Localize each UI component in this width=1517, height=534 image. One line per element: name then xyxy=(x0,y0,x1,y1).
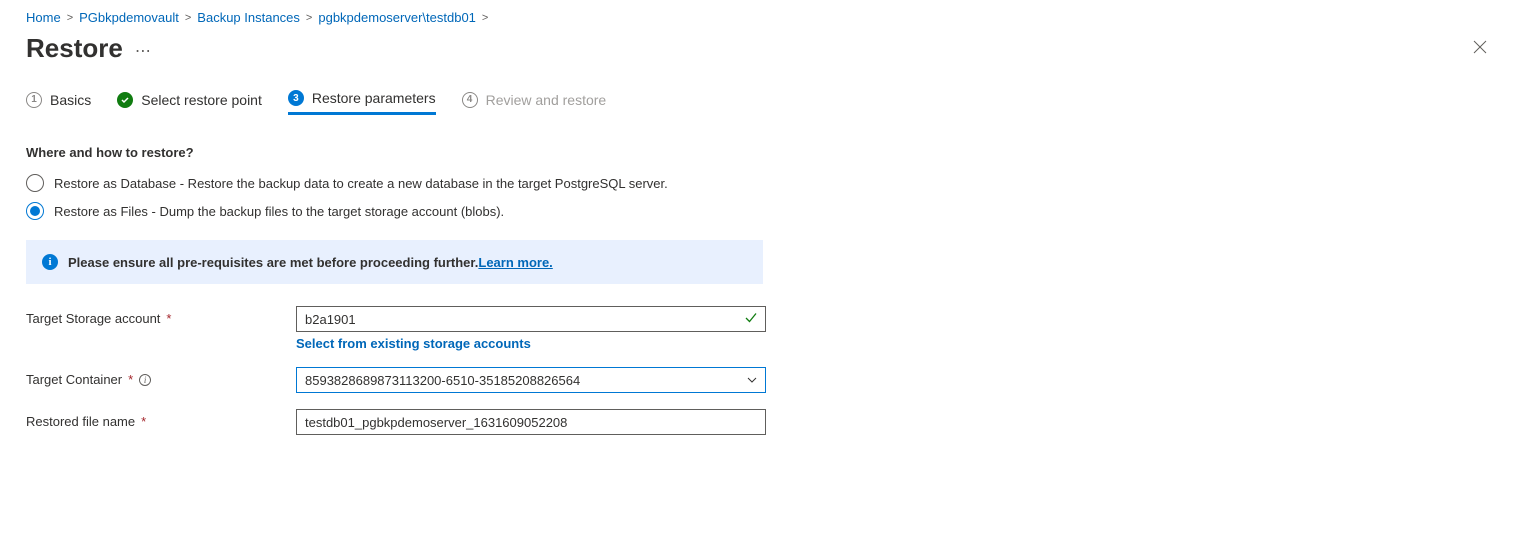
section-heading: Where and how to restore? xyxy=(26,145,1497,160)
storage-account-input[interactable] xyxy=(296,306,766,332)
tab-label: Restore parameters xyxy=(312,90,436,106)
row-target-container: Target Container * i 8593828689873113200… xyxy=(26,367,1497,393)
breadcrumb-sep: > xyxy=(67,12,73,24)
select-existing-storage-link[interactable]: Select from existing storage accounts xyxy=(296,336,531,351)
row-restored-filename: Restored file name * xyxy=(26,409,1497,435)
more-menu-icon[interactable]: ⋯ xyxy=(135,37,152,61)
breadcrumb-instances[interactable]: Backup Instances xyxy=(197,10,300,25)
info-icon: i xyxy=(42,254,58,270)
target-container-select[interactable]: 8593828689873113200-6510-35185208826564 xyxy=(296,367,766,393)
breadcrumb-vault[interactable]: PGbkpdemovault xyxy=(79,10,179,25)
radio-icon xyxy=(26,202,44,220)
check-icon xyxy=(117,92,133,108)
wizard-tabs: 1 Basics Select restore point 3 Restore … xyxy=(26,90,1497,115)
tab-label: Select restore point xyxy=(141,92,262,108)
label-target-container: Target Container xyxy=(26,372,122,387)
tab-review: 4 Review and restore xyxy=(462,90,607,115)
radio-label: Restore as Database - Restore the backup… xyxy=(54,176,668,191)
header: Restore ⋯ xyxy=(26,33,1497,64)
breadcrumb-sep: > xyxy=(482,12,488,24)
step-number-icon: 4 xyxy=(462,92,478,108)
required-mark: * xyxy=(166,311,171,326)
close-icon[interactable] xyxy=(1473,38,1497,59)
select-display: 8593828689873113200-6510-35185208826564 xyxy=(296,367,766,393)
tab-restore-point[interactable]: Select restore point xyxy=(117,90,262,115)
breadcrumb: Home > PGbkpdemovault > Backup Instances… xyxy=(26,10,1497,25)
radio-icon xyxy=(26,174,44,192)
info-tooltip-icon[interactable]: i xyxy=(139,374,151,386)
restored-filename-input[interactable] xyxy=(296,409,766,435)
row-storage-account: Target Storage account * Select from exi… xyxy=(26,306,1497,351)
breadcrumb-sep: > xyxy=(306,12,312,24)
info-banner: i Please ensure all pre-requisites are m… xyxy=(26,240,763,284)
radio-label: Restore as Files - Dump the backup files… xyxy=(54,204,504,219)
learn-more-link[interactable]: Learn more. xyxy=(478,255,552,270)
tab-basics[interactable]: 1 Basics xyxy=(26,90,91,115)
page-title: Restore xyxy=(26,33,123,64)
tab-restore-params[interactable]: 3 Restore parameters xyxy=(288,90,436,115)
required-mark: * xyxy=(141,414,146,429)
info-message: Please ensure all pre-requisites are met… xyxy=(68,255,478,270)
tab-label: Review and restore xyxy=(486,92,607,108)
step-number-icon: 1 xyxy=(26,92,42,108)
breadcrumb-sep: > xyxy=(185,12,191,24)
label-storage-account: Target Storage account xyxy=(26,311,160,326)
label-restored-filename: Restored file name xyxy=(26,414,135,429)
breadcrumb-db[interactable]: pgbkpdemoserver\testdb01 xyxy=(318,10,476,25)
required-mark: * xyxy=(128,372,133,387)
breadcrumb-home[interactable]: Home xyxy=(26,10,61,25)
radio-restore-database[interactable]: Restore as Database - Restore the backup… xyxy=(26,174,1497,192)
radio-restore-files[interactable]: Restore as Files - Dump the backup files… xyxy=(26,202,1497,220)
tab-label: Basics xyxy=(50,92,91,108)
step-number-icon: 3 xyxy=(288,90,304,106)
